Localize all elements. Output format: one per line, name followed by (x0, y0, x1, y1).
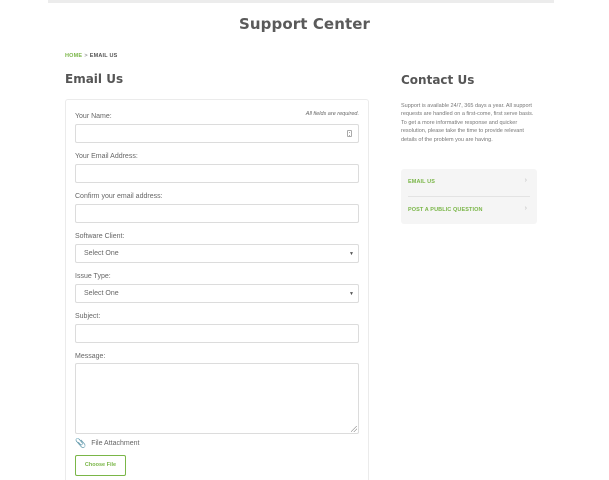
breadcrumb-separator: > (84, 53, 88, 59)
email-us-heading: Email Us (65, 72, 124, 86)
paperclip-icon: 📎 (75, 438, 87, 448)
page-title: Support Center (238, 15, 371, 33)
file-attachment: 📎 File Attachment (75, 438, 139, 449)
issue-type-value: Select One (84, 290, 119, 297)
message-label: Message: (75, 353, 106, 360)
menu-item-label: EMAIL US (408, 179, 435, 185)
email-input[interactable] (76, 168, 358, 185)
contact-menu: EMAIL US › POST A PUBLIC QUESTION › (401, 169, 537, 224)
name-label: Your Name: (75, 113, 112, 120)
issue-type-label: Issue Type: (75, 273, 111, 280)
name-input[interactable] (76, 128, 358, 145)
breadcrumb-home-link[interactable]: HOME (65, 53, 82, 59)
email-field[interactable] (75, 164, 359, 185)
email-form: All fields are required. Your Name: Your… (65, 99, 369, 480)
breadcrumb-current: EMAIL US (89, 53, 118, 59)
file-attachment-label: File Attachment (91, 440, 140, 447)
email-label: Your Email Address: (75, 153, 138, 160)
chevron-down-icon: ▼ (349, 251, 354, 257)
chevron-right-icon: › (524, 205, 527, 212)
menu-item-email-us[interactable]: EMAIL US › (401, 169, 537, 196)
software-client-select[interactable]: Select One ▼ (75, 244, 359, 263)
contact-us-heading: Contact Us (401, 73, 475, 87)
breadcrumb: HOME > EMAIL US (65, 53, 118, 59)
chevron-down-icon: ▼ (349, 291, 354, 297)
choose-file-button[interactable]: Choose File (75, 455, 126, 476)
software-client-value: Select One (84, 250, 119, 257)
subject-label: Subject: (75, 313, 101, 320)
required-note: All fields are required. (305, 111, 359, 117)
menu-item-post-public-question[interactable]: POST A PUBLIC QUESTION › (401, 197, 537, 224)
menu-item-label: POST A PUBLIC QUESTION (408, 207, 483, 213)
issue-type-select[interactable]: Select One ▼ (75, 284, 359, 303)
contact-description: Support is available 24/7, 365 days a ye… (401, 103, 534, 143)
message-textarea[interactable] (75, 363, 359, 434)
software-client-label: Software Client: (75, 233, 125, 240)
confirm-email-input[interactable] (76, 208, 358, 225)
subject-field[interactable] (75, 324, 359, 345)
contact-card-icon (347, 130, 352, 137)
top-bar (48, 0, 554, 3)
chevron-right-icon: › (524, 177, 527, 184)
name-field[interactable] (75, 124, 359, 145)
subject-input[interactable] (76, 328, 358, 345)
confirm-email-label: Confirm your email address: (75, 193, 163, 200)
confirm-email-field[interactable] (75, 204, 359, 225)
